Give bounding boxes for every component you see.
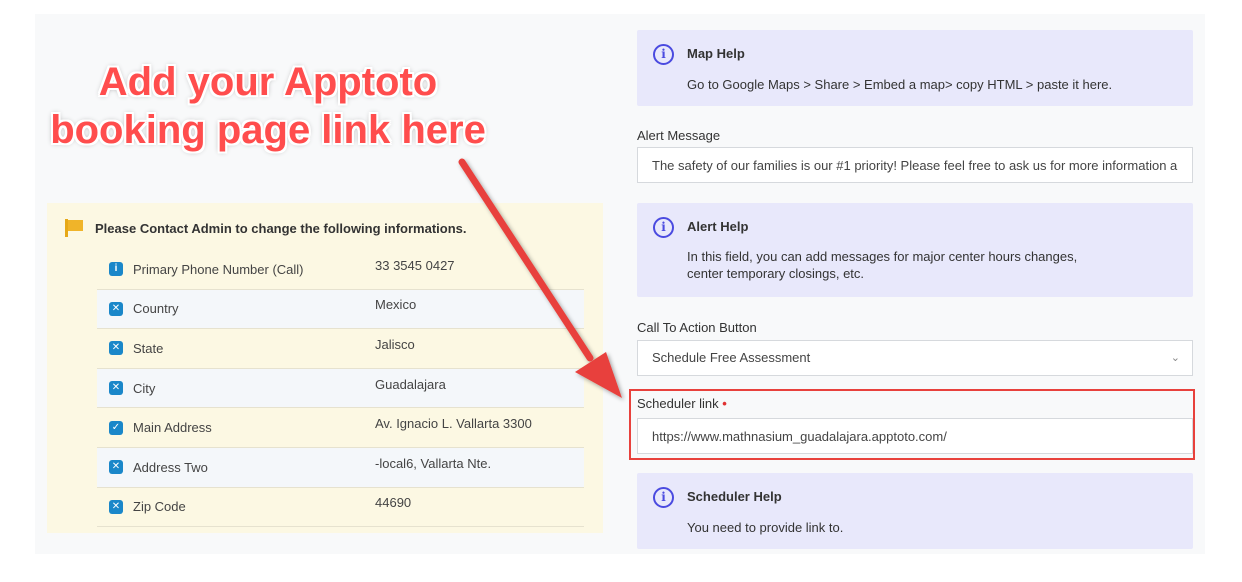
flag-icon — [65, 219, 85, 237]
row-value: 44690 — [375, 495, 412, 511]
cta-select[interactable]: Schedule Free Assessment ⌄ — [637, 340, 1193, 376]
callout-line-1: Add your Apptoto — [98, 60, 438, 104]
scheduler-help-box: i Scheduler Help You need to provide lin… — [637, 473, 1193, 549]
scheduler-help-title: Scheduler Help — [687, 489, 782, 504]
map-help-box: i Map Help Go to Google Maps > Share > E… — [637, 30, 1193, 106]
table-row-main-address: ✓ Main Address Av. Ignacio L. Vallarta 33… — [97, 408, 584, 448]
alert-help-title: Alert Help — [687, 219, 749, 234]
row-value: Av. Ignacio L. Vallarta 3300 — [375, 416, 532, 432]
table-row-zip-code: ✕ Zip Code 44690 — [97, 488, 584, 528]
table-row-state: ✕ State Jalisco — [97, 329, 584, 369]
callout-line-2: booking page link here — [50, 108, 486, 152]
scheduler-link-label-text: Scheduler link — [637, 396, 719, 411]
row-value: 33 3545 0427 — [375, 257, 455, 273]
alert-message-input[interactable]: The safety of our families is our #1 pri… — [637, 147, 1193, 183]
x-icon: ✕ — [109, 499, 123, 514]
alert-help-text: In this field, you can add messages for … — [687, 249, 1078, 281]
cta-label: Call To Action Button — [637, 320, 757, 335]
info-circle-icon: i — [653, 217, 674, 238]
chevron-down-icon: ⌄ — [1170, 352, 1180, 364]
required-mark: • — [722, 396, 727, 411]
info-circle-icon: i — [653, 44, 674, 65]
table-row-country: ✕ Country Mexico — [97, 289, 584, 330]
alert-message-label: Alert Message — [637, 128, 721, 143]
alert-help-box: i Alert Help In this field, you can add … — [637, 203, 1193, 297]
info-circle-icon: i — [653, 487, 674, 508]
table-row-primary-phone: i Primary Phone Number (Call) 33 3545 042… — [97, 250, 584, 290]
row-label: Main Address — [133, 420, 212, 436]
locked-info-table: i Primary Phone Number (Call) 33 3545 042… — [97, 250, 584, 528]
row-label: Primary Phone Number (Call) — [133, 261, 304, 277]
row-label: State — [133, 340, 164, 356]
map-help-title: Map Help — [687, 46, 745, 61]
row-label: Zip Code — [133, 499, 186, 515]
row-value: Jalisco — [375, 336, 415, 352]
x-icon: ✕ — [109, 381, 123, 396]
contact-admin-title-text: Please Contact Admin to change the follo… — [95, 220, 467, 236]
row-value: -local6, Vallarta Nte. — [375, 455, 492, 471]
row-label: Country — [133, 301, 179, 317]
row-label: Address Two — [133, 459, 208, 475]
info-icon: i — [109, 262, 123, 277]
x-icon: ✕ — [109, 460, 123, 475]
contact-admin-title: Please Contact Admin to change the follo… — [65, 219, 467, 237]
row-label: City — [133, 380, 156, 396]
cta-selected-value: Schedule Free Assessment — [652, 350, 811, 365]
row-value: Mexico — [375, 297, 417, 313]
annotation-callout: Add your Apptoto booking page link here — [48, 58, 488, 154]
map-help-text: Go to Google Maps > Share > Embed a map>… — [687, 77, 1113, 92]
check-icon: ✓ — [109, 420, 123, 435]
table-row-address-two: ✕ Address Two -local6, Vallarta Nte. — [97, 447, 584, 488]
row-value: Guadalajara — [375, 376, 446, 392]
scheduler-link-label: Scheduler link • — [637, 396, 727, 411]
x-icon: ✕ — [109, 341, 123, 356]
scheduler-help-text: You need to provide link to. — [687, 520, 844, 535]
scheduler-link-input[interactable]: https://www.mathnasium_guadalajara.appto… — [637, 418, 1193, 454]
table-row-city: ✕ City Guadalajara — [97, 368, 584, 409]
x-icon: ✕ — [109, 301, 123, 316]
